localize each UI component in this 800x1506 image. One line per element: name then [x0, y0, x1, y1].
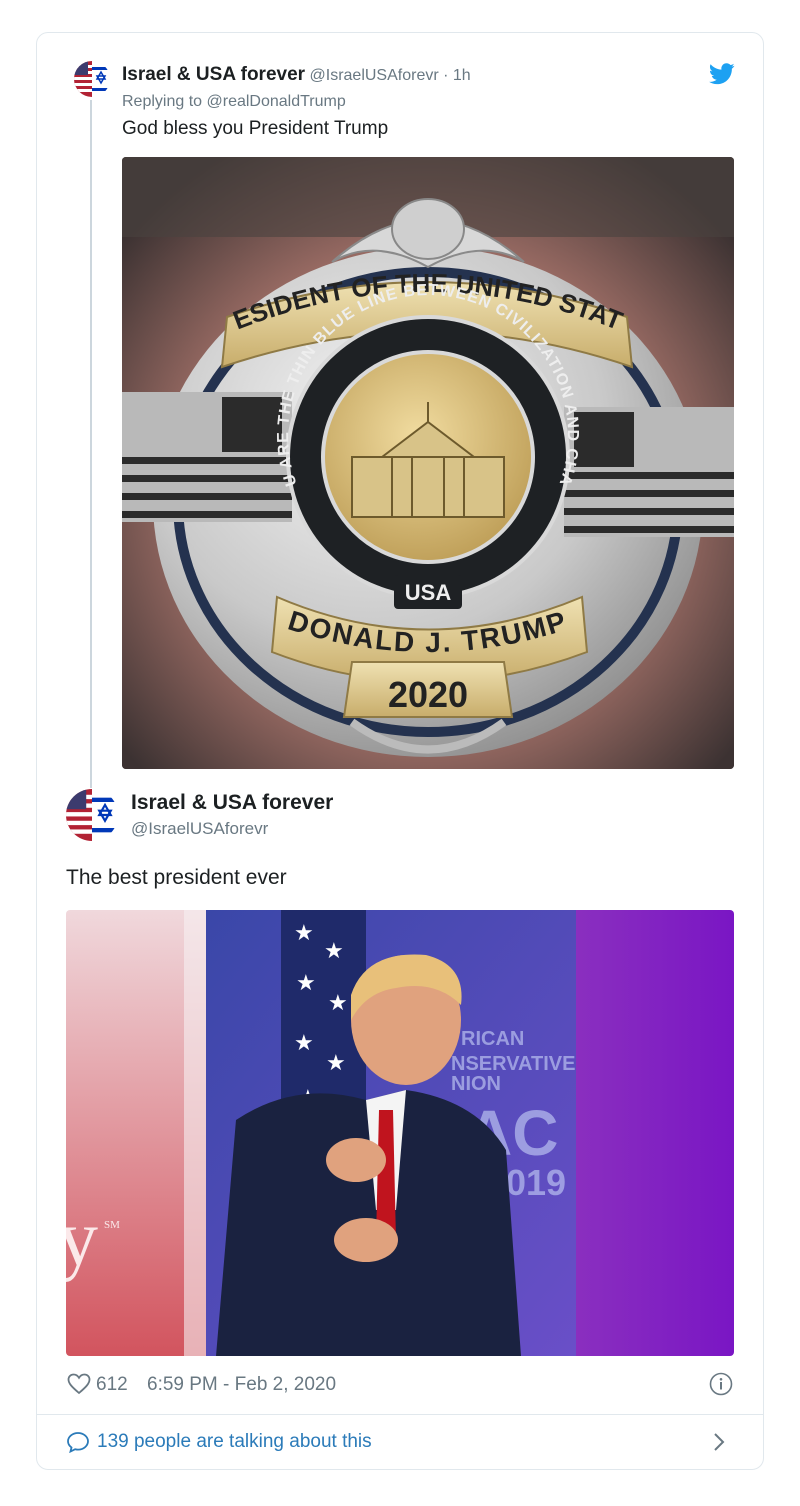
thread-connector-line	[90, 100, 92, 788]
main-display-name[interactable]: Israel & USA forever	[131, 791, 333, 815]
parent-display-name[interactable]: Israel & USA forever	[122, 64, 305, 85]
badge-photo[interactable]: PRESIDENT OF THE UNITED STATES YOU ARE T…	[122, 157, 734, 769]
backdrop-line-2: NSERVATIVE	[451, 1053, 575, 1075]
parent-handle[interactable]: @IsraelUSAforevr	[305, 67, 439, 84]
svg-text:★: ★	[294, 920, 314, 945]
like-count[interactable]: 612	[96, 1374, 128, 1396]
replying-to-line: Replying to @realDonaldTrump	[122, 93, 346, 111]
backdrop-left-letter: y	[66, 1195, 98, 1283]
main-handle[interactable]: @IsraelUSAforevr	[131, 819, 268, 839]
chat-bubble-icon	[66, 1431, 90, 1453]
parent-avatar[interactable]	[74, 61, 110, 97]
talking-link[interactable]: 139 people are talking about this	[66, 1430, 734, 1456]
replying-to-link[interactable]: @realDonaldTrump	[207, 93, 346, 110]
parent-handle-text[interactable]: @IsraelUSAforevr	[310, 67, 439, 84]
replying-prefix: Replying to	[122, 93, 207, 110]
tweet-timestamp[interactable]: 6:59 PM - Feb 2, 2020	[147, 1374, 336, 1396]
talking-text[interactable]: 139 people are talking about this	[97, 1431, 372, 1453]
backdrop-line-1: RICAN	[461, 1028, 524, 1050]
twitter-bird-icon[interactable]	[709, 63, 735, 85]
svg-text:★: ★	[296, 970, 316, 995]
svg-text:★: ★	[326, 1050, 346, 1075]
backdrop-sm-mark: SM	[104, 1219, 120, 1231]
svg-text:★: ★	[294, 1030, 314, 1055]
backdrop-line-3: NION	[451, 1073, 501, 1095]
svg-text:★: ★	[324, 938, 344, 963]
badge-center-text: USA	[405, 580, 452, 605]
backdrop-year-text: 019	[506, 1162, 566, 1203]
main-avatar[interactable]	[66, 789, 118, 841]
chevron-right-icon	[712, 1432, 726, 1452]
info-icon[interactable]	[709, 1372, 733, 1396]
parent-tweet-text: God bless you President Trump	[122, 118, 389, 139]
svg-text:★: ★	[328, 990, 348, 1015]
footer-divider	[36, 1414, 764, 1415]
parent-separator: ·	[438, 67, 453, 84]
badge-year-text: 2020	[388, 674, 468, 715]
flag-hug-photo[interactable]: y SM RICAN NSERVATIVE NION AC 019 ★ ★ ★ ★ …	[66, 910, 734, 1356]
heart-icon[interactable]	[67, 1373, 91, 1395]
parent-time[interactable]: 1h	[453, 67, 471, 84]
main-tweet-text: The best president ever	[66, 866, 287, 889]
